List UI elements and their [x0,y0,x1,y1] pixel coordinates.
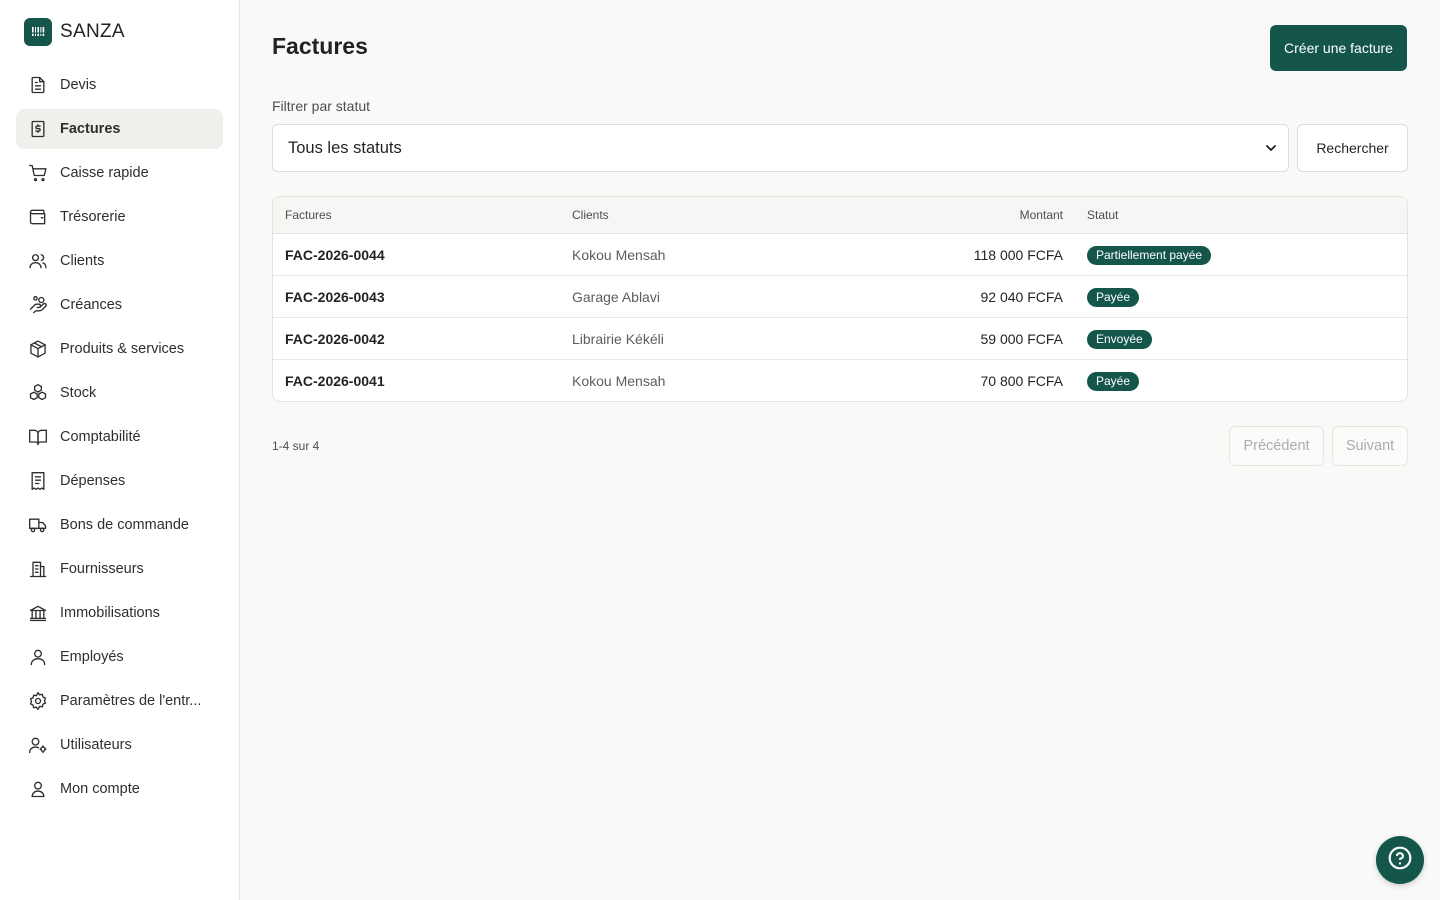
sidebar-item-clients[interactable]: Clients [16,241,223,281]
sidebar-item-fournisseurs[interactable]: Fournisseurs [16,549,223,589]
sidebar-item-label: Employés [60,649,124,665]
invoice-client: Garage Ablavi [572,289,660,305]
help-button[interactable] [1376,836,1424,884]
table-row[interactable]: FAC-2026-0044 Kokou Mensah 118 000 FCFA … [273,234,1407,276]
previous-page-button[interactable]: Précédent [1229,426,1324,466]
page-title: Factures [272,33,368,59]
status-badge: Partiellement payée [1087,246,1212,265]
sidebar-item-label: Bons de commande [60,517,189,533]
status-badge-label: Payée [1087,288,1140,307]
sidebar-item-factures[interactable]: Factures [16,109,223,149]
status-badge: Envoyée [1087,330,1152,349]
sidebar-item-devis[interactable]: Devis [16,65,223,105]
filter-label: Filtrer par statut [272,98,371,114]
gear-icon [27,690,49,712]
sidebar-item-mon-compte[interactable]: Mon compte [16,769,223,809]
cash-register-icon [24,18,52,46]
sidebar-item-label: Fournisseurs [60,561,144,577]
users-icon [27,250,49,272]
search-button[interactable]: Rechercher [1297,124,1408,172]
sidebar-item-label: Factures [60,121,121,137]
cart-icon [27,162,49,184]
sidebar-item-employes[interactable]: Employés [16,637,223,677]
sidebar-item-label: Immobilisations [60,605,160,621]
sidebar-item-label: Créances [60,297,123,313]
sidebar-item-stock[interactable]: Stock [16,373,223,413]
sidebar-item-label: Utilisateurs [60,737,132,753]
sidebar-item-label: Caisse rapide [60,165,149,181]
column-header-status[interactable]: Statut [1087,208,1118,222]
status-badge-label: Envoyée [1087,330,1152,349]
building-icon [27,558,49,580]
status-badge-label: Payée [1087,372,1140,391]
document-icon [27,74,49,96]
table-header: Factures Clients Montant Statut [273,197,1407,234]
column-header-amount[interactable]: Montant [1020,208,1063,222]
account-icon [27,778,49,800]
help-circle-icon [1387,845,1413,876]
status-badge: Payée [1087,288,1140,307]
status-badge: Payée [1087,372,1140,391]
package-icon [27,338,49,360]
sidebar-item-label: Stock [60,385,97,401]
sidebar-item-label: Paramètres de l'entr... [60,693,202,709]
invoices-table: Factures Clients Montant Statut FAC-2026… [272,196,1408,402]
table-row[interactable]: FAC-2026-0043 Garage Ablavi 92 040 FCFA … [273,276,1407,318]
hand-coins-icon [27,294,49,316]
book-icon [27,426,49,448]
sidebar-item-tresorerie[interactable]: Trésorerie [16,197,223,237]
sidebar-item-label: Trésorerie [60,209,126,225]
sidebar-item-parametres[interactable]: Paramètres de l'entr... [16,681,223,721]
sidebar-item-creances[interactable]: Créances [16,285,223,325]
sidebar-item-produits-services[interactable]: Produits & services [16,329,223,369]
next-page-button[interactable]: Suivant [1332,426,1408,466]
create-invoice-button[interactable]: Créer une facture [1270,25,1407,71]
status-badge-label: Partiellement payée [1087,246,1212,265]
invoice-number[interactable]: FAC-2026-0044 [285,247,385,263]
sidebar-item-label: Devis [60,77,97,93]
invoice-amount: 92 040 FCFA [980,289,1064,305]
chevron-down-icon [1264,141,1278,155]
invoice-amount: 70 800 FCFA [980,373,1064,389]
sidebar-item-caisse-rapide[interactable]: Caisse rapide [16,153,223,193]
invoice-number[interactable]: FAC-2026-0042 [285,331,385,347]
invoice-number[interactable]: FAC-2026-0041 [285,373,385,389]
bank-icon [27,602,49,624]
sidebar-item-label: Mon compte [60,781,140,797]
sidebar-item-label: Comptabilité [60,429,141,445]
column-header-client[interactable]: Clients [572,208,609,222]
truck-icon [27,514,49,536]
invoice-dollar-icon [27,118,49,140]
sidebar-nav: Devis Factures Caisse rapide Trésorerie … [16,65,223,813]
status-filter-value: Tous les statuts [288,138,402,157]
table-row[interactable]: FAC-2026-0042 Librairie Kékéli 59 000 FC… [273,318,1407,360]
invoice-amount: 118 000 FCFA [973,247,1063,263]
receipt-icon [27,470,49,492]
invoice-client: Kokou Mensah [572,373,666,389]
invoice-client: Librairie Kékéli [572,331,664,347]
invoice-client: Kokou Mensah [572,247,666,263]
sidebar-item-label: Produits & services [60,341,185,357]
pagination-info: 1-4 sur 4 [272,439,320,453]
table-row[interactable]: FAC-2026-0041 Kokou Mensah 70 800 FCFA P… [273,360,1407,401]
sidebar-item-depenses[interactable]: Dépenses [16,461,223,501]
sidebar-item-immobilisations[interactable]: Immobilisations [16,593,223,633]
invoice-number[interactable]: FAC-2026-0043 [285,289,385,305]
sidebar: SANZA Devis Factures Caisse rapide Tréso… [0,0,240,900]
brand-name: SANZA [60,21,125,42]
status-filter-select[interactable]: Tous les statuts [272,124,1289,172]
wallet-icon [27,206,49,228]
sidebar-item-label: Clients [60,253,105,269]
brand[interactable]: SANZA [24,18,125,46]
user-cog-icon [27,734,49,756]
column-header-number[interactable]: Factures [285,208,332,222]
user-icon [27,646,49,668]
sidebar-item-bons-de-commande[interactable]: Bons de commande [16,505,223,545]
sidebar-item-comptabilite[interactable]: Comptabilité [16,417,223,457]
sidebar-item-utilisateurs[interactable]: Utilisateurs [16,725,223,765]
invoice-amount: 59 000 FCFA [980,331,1064,347]
sidebar-item-label: Dépenses [60,473,126,489]
boxes-icon [27,382,49,404]
